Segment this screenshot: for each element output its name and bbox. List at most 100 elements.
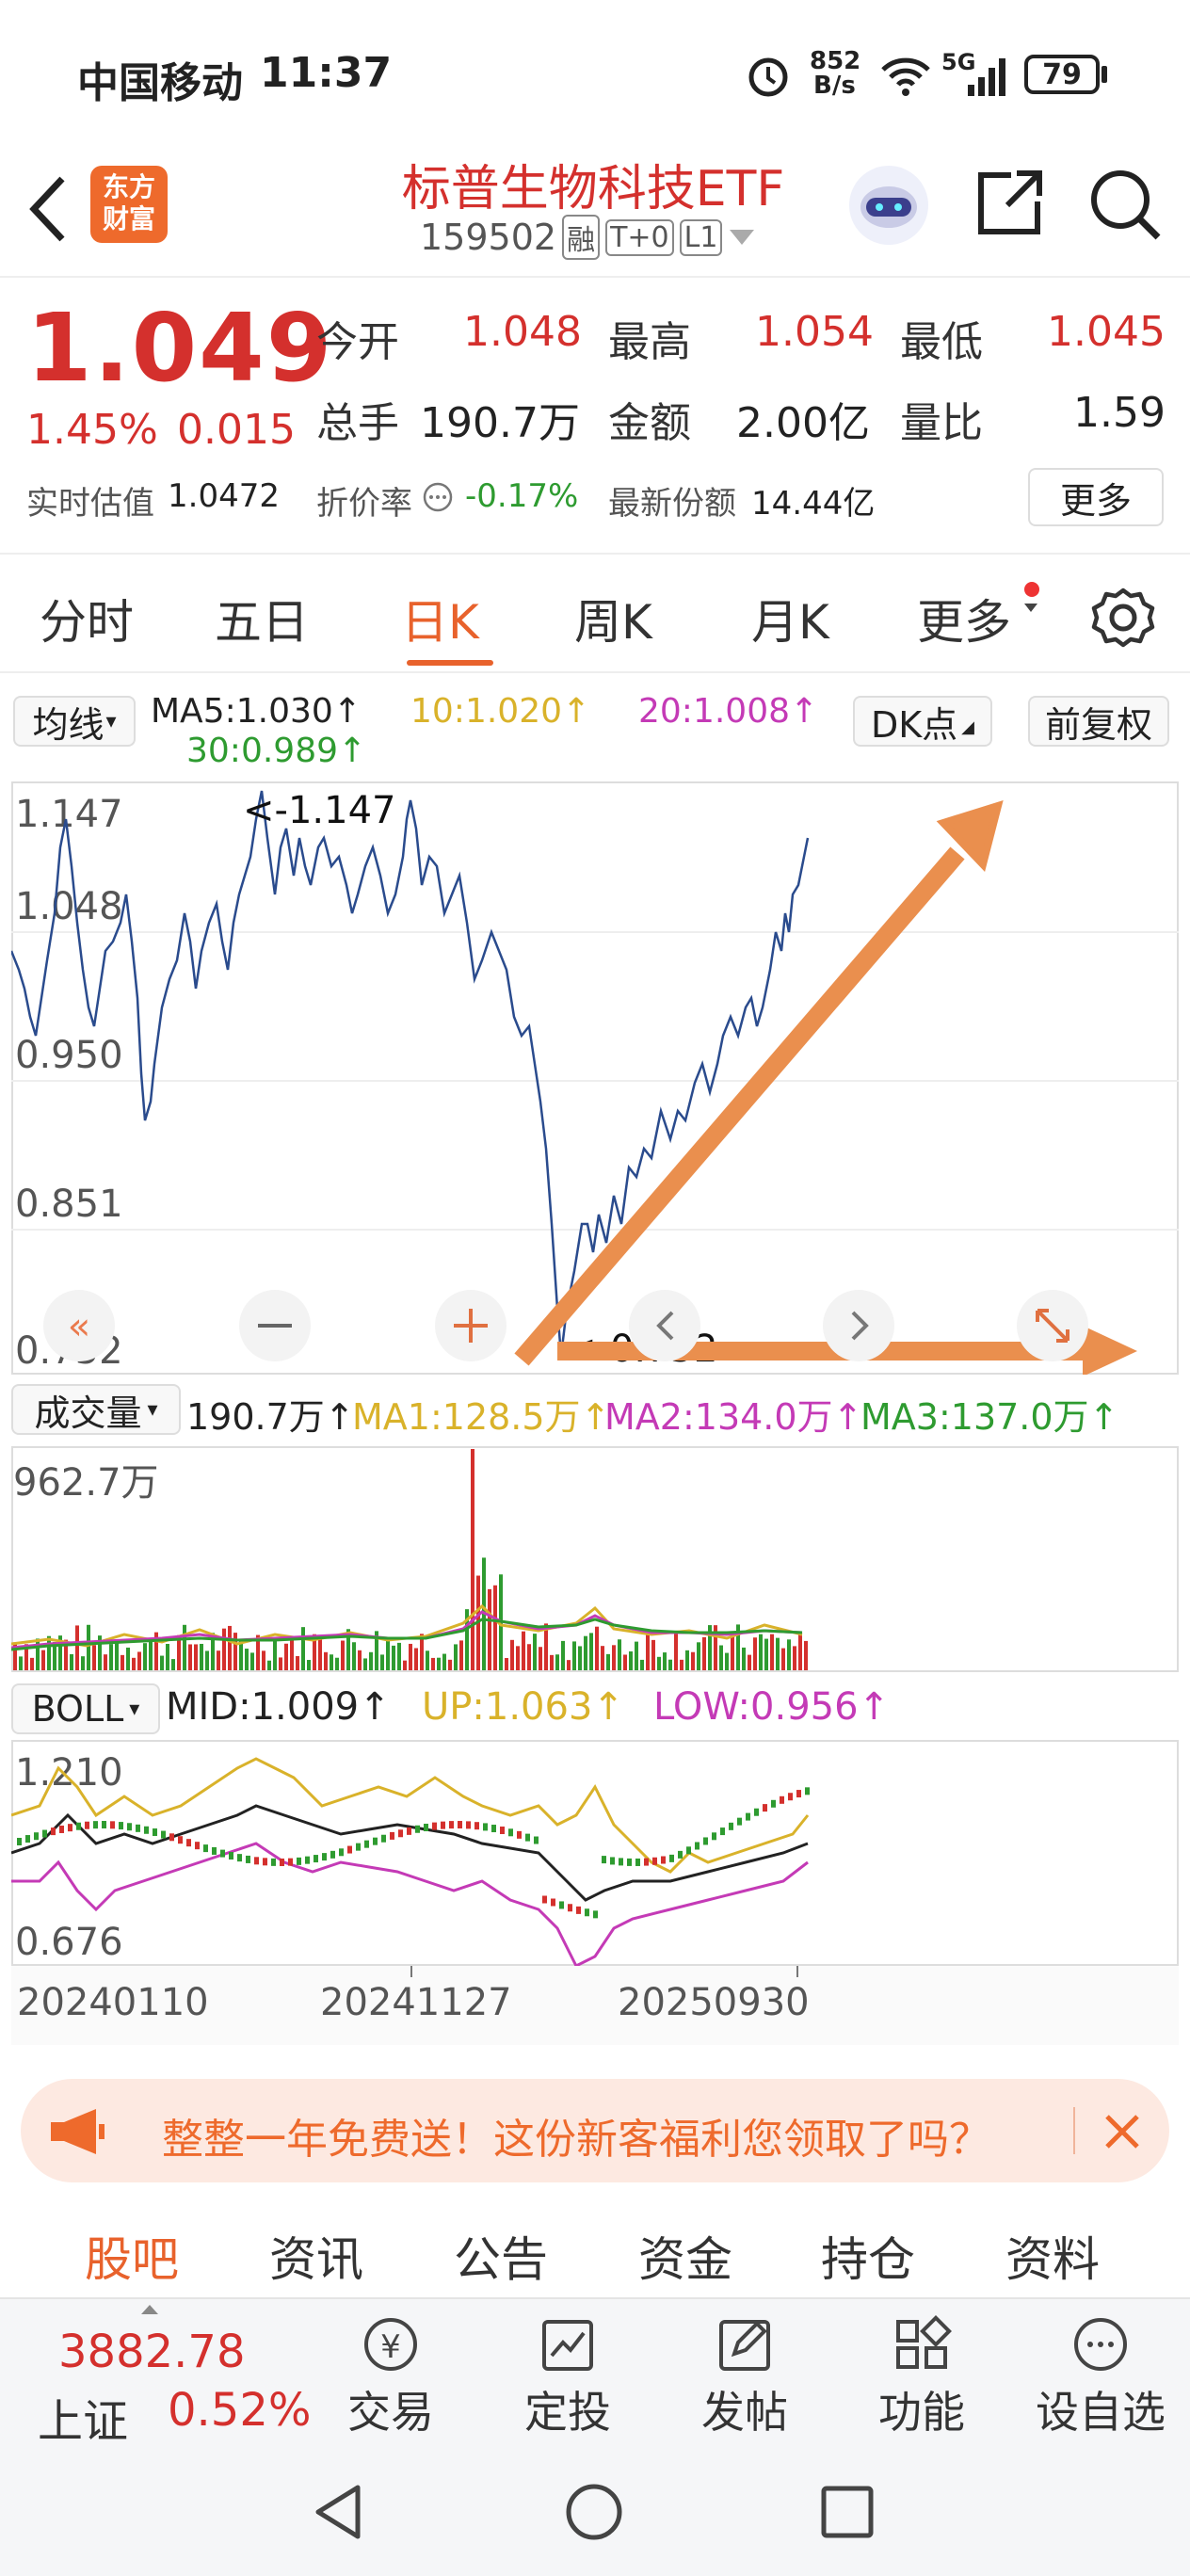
volume-bar	[290, 1638, 294, 1670]
nav-home-icon[interactable]	[563, 2482, 625, 2542]
functions-label: 功能	[878, 2387, 965, 2438]
boll-candle	[737, 1817, 742, 1826]
boll-candle	[491, 1825, 496, 1833]
back-arrow-icon[interactable]	[24, 171, 72, 247]
post-button[interactable]: 发帖	[693, 2314, 796, 2446]
settings-gear-icon[interactable]	[1090, 585, 1156, 651]
open-label: 今开	[316, 318, 399, 366]
tab-weekly-k[interactable]: 周K	[574, 585, 652, 652]
tab-profile[interactable]: 资料	[1005, 2222, 1100, 2290]
boll-candle	[186, 1839, 191, 1847]
volume-bar	[742, 1647, 746, 1670]
boll-candle	[59, 1825, 64, 1833]
volume-bar	[262, 1650, 265, 1670]
volume-bar	[589, 1633, 593, 1670]
dk-point-button[interactable]: DK点 ◢	[853, 696, 992, 747]
volume-bar	[471, 1449, 474, 1670]
volume-selector[interactable]: 成交量 ▾	[11, 1384, 181, 1435]
boll-candle	[585, 1908, 589, 1917]
functions-button[interactable]: 功能	[870, 2314, 973, 2446]
volume-bar	[352, 1642, 356, 1670]
volume-bar	[770, 1634, 774, 1670]
ma-selector[interactable]: 均线 ▾	[13, 696, 136, 747]
amount-label: 金额	[608, 399, 691, 447]
add-watchlist-label: 设自选	[1036, 2387, 1166, 2438]
volume-bar	[651, 1639, 655, 1670]
volume-bar	[572, 1641, 576, 1670]
volume-current: 190.7万↑	[186, 1396, 355, 1438]
volume-bar	[160, 1655, 164, 1670]
info-tabs: 股吧 资讯 公告 资金 持仓 资料	[0, 2222, 1190, 2297]
volume-bar	[764, 1638, 768, 1670]
boll-candle	[246, 1855, 250, 1863]
boll-selector[interactable]: BOLL ▾	[11, 1683, 160, 1734]
kline-chart[interactable]: 1.147 1.048 0.950 0.851 0.752 <-1.147 <-…	[11, 781, 1179, 1375]
boll-candle	[68, 1824, 72, 1832]
badge-l1: L1	[679, 218, 723, 256]
boll-candle	[771, 1799, 776, 1808]
tab-capital[interactable]: 资金	[638, 2222, 732, 2290]
boll-candle	[288, 1858, 293, 1866]
step-left-button[interactable]	[629, 1290, 700, 1361]
nav-recents-icon[interactable]	[819, 2484, 876, 2540]
nav-back-icon[interactable]	[311, 2482, 367, 2542]
tab-daily-k[interactable]: 日K	[401, 585, 479, 652]
boll-candle	[712, 1832, 716, 1841]
auto-invest-button[interactable]: 定投	[516, 2314, 619, 2446]
more-button[interactable]: 更多	[1028, 468, 1164, 526]
logo-line2: 财富	[102, 203, 155, 234]
volume-bar	[171, 1659, 175, 1670]
boll-candle	[407, 1827, 411, 1835]
step-right-button[interactable]	[823, 1290, 894, 1361]
volume-bar	[301, 1627, 305, 1670]
volume-bar	[228, 1625, 232, 1670]
volume-bar	[561, 1640, 565, 1670]
boll-candle	[127, 1823, 132, 1831]
tab-more[interactable]: 更多	[917, 585, 1011, 652]
volume-bar	[787, 1639, 791, 1670]
boll-chart[interactable]: 1.210 0.676	[11, 1740, 1179, 1966]
boll-candle	[441, 1821, 445, 1829]
tab-holdings[interactable]: 持仓	[821, 2222, 915, 2290]
robot-assistant-icon[interactable]	[845, 162, 932, 249]
volume-bar	[804, 1640, 808, 1670]
tab-news[interactable]: 资讯	[269, 2222, 363, 2290]
tab-five-day[interactable]: 五日	[215, 585, 309, 652]
volume-legend: 成交量 ▾ 190.7万↑ MA1:128.5万↑ MA2:134.0万↑ MA3…	[0, 1380, 1190, 1438]
boll-candle	[644, 1858, 649, 1866]
security-code-row[interactable]: 159502 融 T+0 L1	[420, 215, 756, 260]
trade-button[interactable]: ¥ 交易	[339, 2314, 442, 2446]
volume-ratio-label: 量比	[900, 399, 983, 447]
info-dots-icon[interactable]	[422, 481, 454, 513]
boll-candle	[678, 1850, 683, 1859]
tab-monthly-k[interactable]: 月K	[751, 585, 829, 652]
expand-up-icon[interactable]	[139, 2303, 160, 2316]
boll-candle	[635, 1858, 640, 1866]
share-icon[interactable]	[970, 164, 1049, 243]
date-mid: 20241127	[320, 1981, 512, 2024]
tab-announcements[interactable]: 公告	[454, 2222, 548, 2290]
alarm-icon	[748, 57, 788, 97]
add-watchlist-button[interactable]: 设自选	[1030, 2314, 1171, 2446]
tab-forum[interactable]: 股吧	[85, 2222, 179, 2290]
close-icon[interactable]	[1102, 2111, 1143, 2152]
index-value[interactable]: 3882.78	[58, 2326, 246, 2378]
price-adjust-button[interactable]: 前复权	[1028, 696, 1169, 747]
promo-banner[interactable]: 整整一年免费送！这份新客福利您领取了吗？	[21, 2079, 1169, 2182]
boll-y-top: 1.210	[15, 1751, 123, 1795]
boll-candle	[212, 1846, 217, 1855]
app-logo: 东方 财富	[90, 166, 168, 243]
boll-candle	[271, 1858, 276, 1866]
volume-bar	[121, 1654, 124, 1670]
boll-candle	[169, 1833, 174, 1842]
volume-chart[interactable]: 962.7万	[11, 1446, 1179, 1672]
volume-bar	[358, 1650, 362, 1670]
tab-intraday[interactable]: 分时	[40, 585, 134, 652]
volume-bar	[403, 1660, 407, 1670]
volume-bar	[748, 1654, 751, 1670]
boll-candle	[347, 1845, 352, 1854]
search-icon[interactable]	[1085, 164, 1164, 243]
volume-bar	[335, 1657, 339, 1670]
volume-bar	[250, 1652, 254, 1670]
volume-bar	[635, 1641, 638, 1670]
